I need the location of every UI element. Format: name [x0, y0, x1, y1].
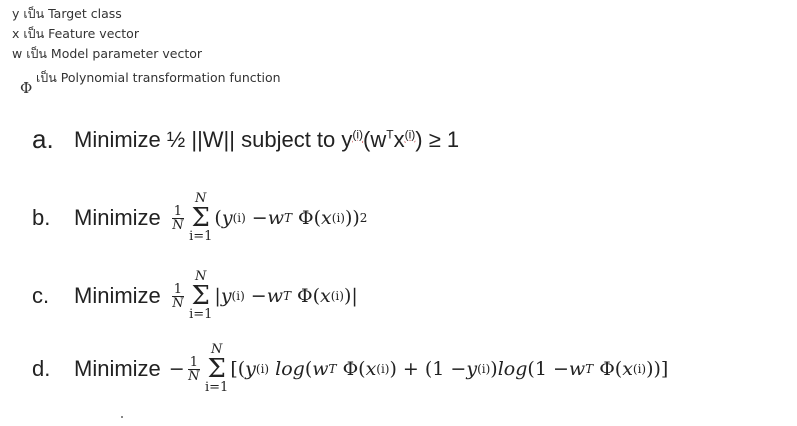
option-b-letter: b.	[32, 205, 51, 230]
definition-x: x เป็น Feature vector	[12, 26, 139, 41]
option-c-formula: 1N N Σi=1 | y (i) − wT Φ(x (i))|	[171, 269, 358, 322]
option-c: c. Minimize 1N N Σi=1 | y (i) − wT Φ(x (i))|	[32, 270, 358, 322]
option-d-lead: Minimize	[74, 356, 161, 381]
option-b: b. Minimize 1N N Σi=1 (y (i) − wT Φ(x (i)))…	[32, 192, 367, 244]
definition-w: w เป็น Model parameter vector	[12, 46, 203, 61]
option-d-formula: − 1N N Σi=1 [(y (i) log(w T Φ(x (i)) + (1 − …	[168, 342, 669, 395]
option-b-lead: Minimize	[74, 205, 161, 230]
option-a: a. Minimize ½ ||W|| subject to y(i)(wTx(…	[32, 124, 467, 155]
definition-y: y เป็น Target class	[12, 6, 122, 21]
stray-mark	[121, 416, 123, 418]
definition-phi: เป็น Polynomial transformation function …	[12, 68, 281, 97]
option-d: d. Minimize − 1N N Σi=1 [(y (i) log(w T Φ(x…	[32, 343, 668, 395]
phi-symbol: Φ	[20, 79, 33, 97]
option-b-formula: 1N N Σi=1 (y (i) − wT Φ(x (i))) 2	[171, 191, 368, 244]
definition-phi-text: เป็น Polynomial transformation function	[36, 70, 281, 85]
summation: N Σi=1	[189, 269, 213, 322]
fraction: 1N	[187, 354, 200, 384]
summation: N Σi=1	[205, 342, 229, 395]
option-a-letter: a.	[32, 124, 54, 154]
option-d-letter: d.	[32, 356, 51, 381]
option-a-text: Minimize ½ ||W|| subject to y(i)(wTx(i))…	[74, 126, 460, 152]
fraction: 1N	[171, 281, 185, 311]
option-c-letter: c.	[32, 283, 50, 308]
option-c-lead: Minimize	[74, 283, 161, 308]
fraction: 1N	[171, 203, 185, 233]
definitions-list: y เป็น Target class x เป็น Feature vecto…	[12, 4, 281, 97]
summation: N Σi=1	[189, 191, 213, 244]
